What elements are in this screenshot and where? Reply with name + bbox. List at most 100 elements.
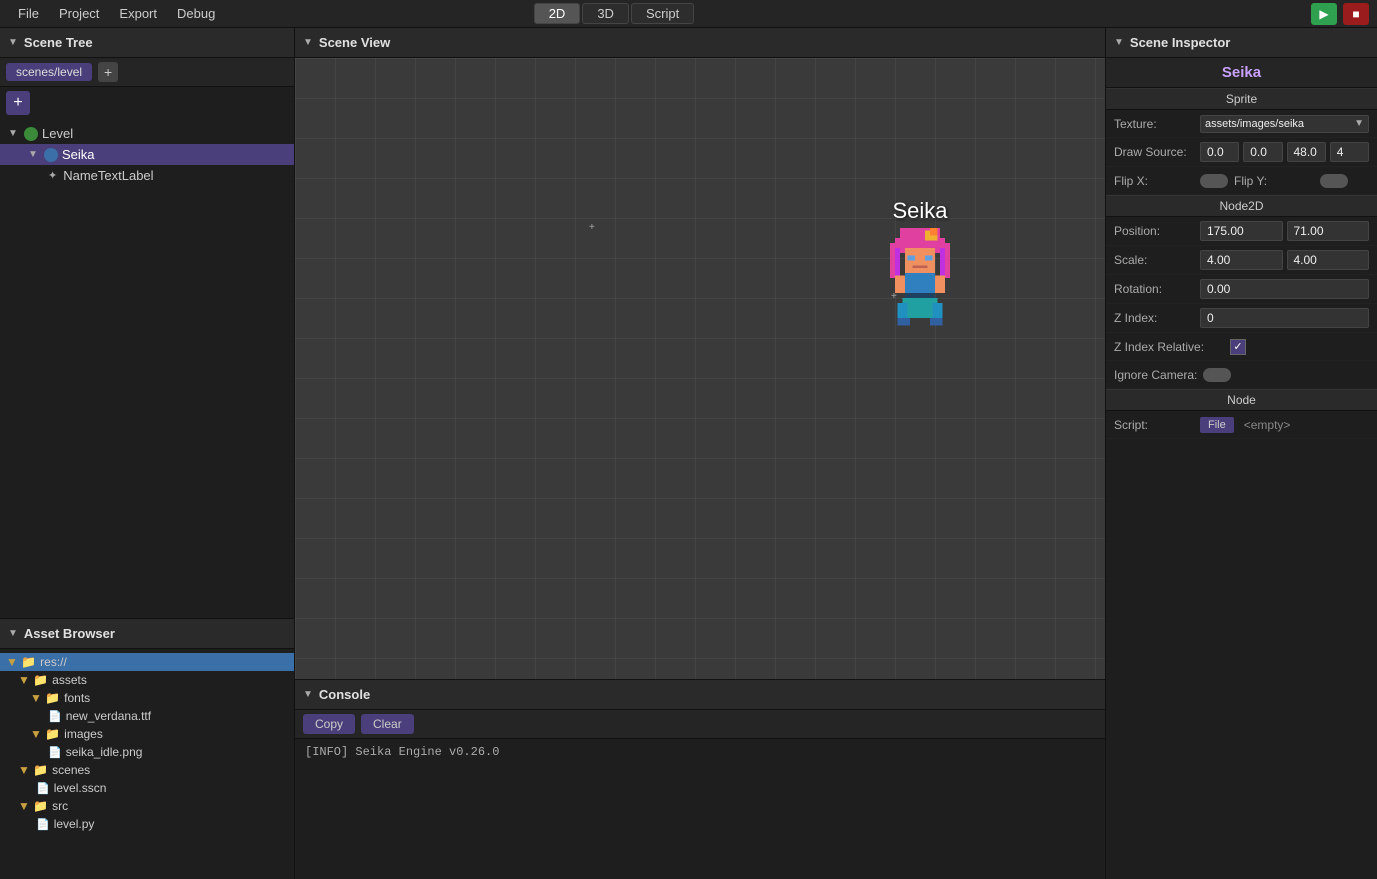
menubar: File Project Export Debug 2D 3D Script ▶…: [0, 0, 1377, 28]
inspector-script-row: Script: File <empty>: [1106, 411, 1377, 439]
ntl-label: NameTextLabel: [63, 168, 153, 183]
asset-item-res[interactable]: ▼ 📁 res://: [0, 653, 294, 671]
new-verdana-icon: 📄: [48, 710, 62, 723]
inspector-flip-row: Flip X: Flip Y:: [1106, 167, 1377, 195]
assets-label: assets: [52, 673, 87, 687]
draw-source-x[interactable]: 0.0: [1200, 142, 1239, 162]
inspector-node-name: Seika: [1106, 58, 1377, 88]
add-node-button[interactable]: +: [6, 91, 30, 115]
clear-button[interactable]: Clear: [361, 714, 414, 734]
scale-x[interactable]: 4.00: [1200, 250, 1283, 270]
draw-source-label: Draw Source:: [1114, 145, 1194, 159]
script-empty: <empty>: [1240, 416, 1295, 434]
asset-item-fonts[interactable]: ▼ 📁 fonts: [0, 689, 294, 707]
menu-project[interactable]: Project: [49, 4, 109, 23]
inspector-ignore-camera-row: Ignore Camera:: [1106, 361, 1377, 389]
toolbar-right: ▶ ■: [1311, 3, 1369, 25]
scene-tree-arrow: ▼: [8, 37, 18, 48]
seika-idle-label: seika_idle.png: [66, 745, 143, 759]
asset-item-images[interactable]: ▼ 📁 images: [0, 725, 294, 743]
inspector-sprite-section: Sprite: [1106, 88, 1377, 110]
scene-tab[interactable]: scenes/level: [6, 63, 92, 81]
sprite-name-label: Seika: [892, 198, 947, 224]
asset-item-assets[interactable]: ▼ 📁 assets: [0, 671, 294, 689]
asset-item-level-py[interactable]: 📄 level.py: [0, 815, 294, 833]
ntl-icon-char: ✦: [48, 169, 57, 182]
position-x[interactable]: 175.00: [1200, 221, 1283, 241]
draw-source-w[interactable]: 48.0: [1287, 142, 1326, 162]
asset-item-new-verdana[interactable]: 📄 new_verdana.ttf: [0, 707, 294, 725]
scene-tree-header: ▼ Scene Tree: [0, 28, 294, 58]
scene-tree-title: Scene Tree: [24, 35, 93, 50]
level-icon: [24, 127, 38, 141]
ignore-camera-toggle[interactable]: [1203, 368, 1231, 382]
inspector-z-index-row: Z Index: 0: [1106, 304, 1377, 333]
asset-browser-arrow: ▼: [8, 628, 18, 639]
tree-item-nametextlabel[interactable]: ✦ NameTextLabel: [0, 165, 294, 186]
stop-button[interactable]: ■: [1343, 3, 1369, 25]
asset-item-src[interactable]: ▼ 📁 src: [0, 797, 294, 815]
z-index-value[interactable]: 0: [1200, 308, 1369, 328]
fonts-label: fonts: [64, 691, 90, 705]
tree-item-seika[interactable]: ▼ Seika: [0, 144, 294, 165]
tree-item-level[interactable]: ▼ Level: [0, 123, 294, 144]
mode-script[interactable]: Script: [631, 3, 694, 24]
seika-label: Seika: [62, 147, 95, 162]
asset-item-seika-idle[interactable]: 📄 seika_idle.png: [0, 743, 294, 761]
scenes-folder-icon: ▼ 📁: [18, 763, 48, 777]
script-label: Script:: [1114, 418, 1194, 432]
mode-2d[interactable]: 2D: [534, 3, 581, 24]
inspector-node2d-section: Node2D: [1106, 195, 1377, 217]
scene-tree-panel: ▼ Scene Tree scenes/level + + ▼ Level ▼: [0, 28, 294, 619]
sprite-container: Seika: [875, 198, 965, 328]
scale-y[interactable]: 4.00: [1287, 250, 1370, 270]
level-py-icon: 📄: [36, 818, 50, 831]
fonts-folder-icon: ▼ 📁: [30, 691, 60, 705]
scene-view: ▼ Scene View + + Seika: [295, 28, 1105, 679]
asset-item-level-sscn[interactable]: 📄 level.sscn: [0, 779, 294, 797]
console-panel: ▼ Console Copy Clear [INFO] Seika Engine…: [295, 679, 1105, 879]
scene-view-content[interactable]: + + Seika: [295, 58, 1105, 679]
console-header: ▼ Console: [295, 680, 1105, 710]
rotation-value[interactable]: 0.00: [1200, 279, 1369, 299]
scene-view-header: ▼ Scene View: [295, 28, 1105, 58]
level-arrow: ▼: [8, 128, 20, 139]
images-label: images: [64, 727, 103, 741]
texture-value[interactable]: assets/images/seika ▼: [1200, 115, 1369, 133]
mode-buttons: 2D 3D Script: [534, 3, 694, 24]
seika-idle-icon: 📄: [48, 746, 62, 759]
flip-x-toggle[interactable]: [1200, 174, 1228, 188]
res-folder-icon: ▼ 📁: [6, 655, 36, 669]
asset-item-scenes[interactable]: ▼ 📁 scenes: [0, 761, 294, 779]
draw-source-values: 0.0 0.0 48.0 4: [1200, 142, 1369, 162]
menu-export[interactable]: Export: [109, 4, 167, 23]
left-panel: ▼ Scene Tree scenes/level + + ▼ Level ▼: [0, 28, 295, 879]
draw-source-h[interactable]: 4: [1330, 142, 1369, 162]
crosshair-1: +: [589, 222, 593, 226]
scene-view-title: Scene View: [319, 35, 390, 50]
scale-values: 4.00 4.00: [1200, 250, 1369, 270]
rotation-label: Rotation:: [1114, 282, 1194, 296]
z-index-relative-label: Z Index Relative:: [1114, 340, 1224, 354]
asset-browser-header: ▼ Asset Browser: [0, 619, 294, 649]
scene-view-arrow: ▼: [303, 37, 313, 48]
console-content: [INFO] Seika Engine v0.26.0: [295, 739, 1105, 879]
mode-3d[interactable]: 3D: [582, 3, 629, 24]
play-button[interactable]: ▶: [1311, 3, 1337, 25]
inspector-header: ▼ Scene Inspector: [1106, 28, 1377, 58]
menu-debug[interactable]: Debug: [167, 4, 225, 23]
scale-label: Scale:: [1114, 253, 1194, 267]
flip-y-toggle[interactable]: [1320, 174, 1348, 188]
center-panel: ▼ Scene View + + Seika: [295, 28, 1105, 879]
menu-file[interactable]: File: [8, 4, 49, 23]
add-tab-button[interactable]: +: [98, 62, 118, 82]
assets-folder-icon: ▼ 📁: [18, 673, 48, 687]
inspector-z-index-relative-row: Z Index Relative: ✓: [1106, 333, 1377, 361]
position-y[interactable]: 71.00: [1287, 221, 1370, 241]
z-index-relative-check[interactable]: ✓: [1230, 339, 1246, 355]
texture-label: Texture:: [1114, 117, 1194, 131]
console-arrow: ▼: [303, 689, 313, 700]
copy-button[interactable]: Copy: [303, 714, 355, 734]
draw-source-y[interactable]: 0.0: [1243, 142, 1282, 162]
script-file-button[interactable]: File: [1200, 417, 1234, 433]
